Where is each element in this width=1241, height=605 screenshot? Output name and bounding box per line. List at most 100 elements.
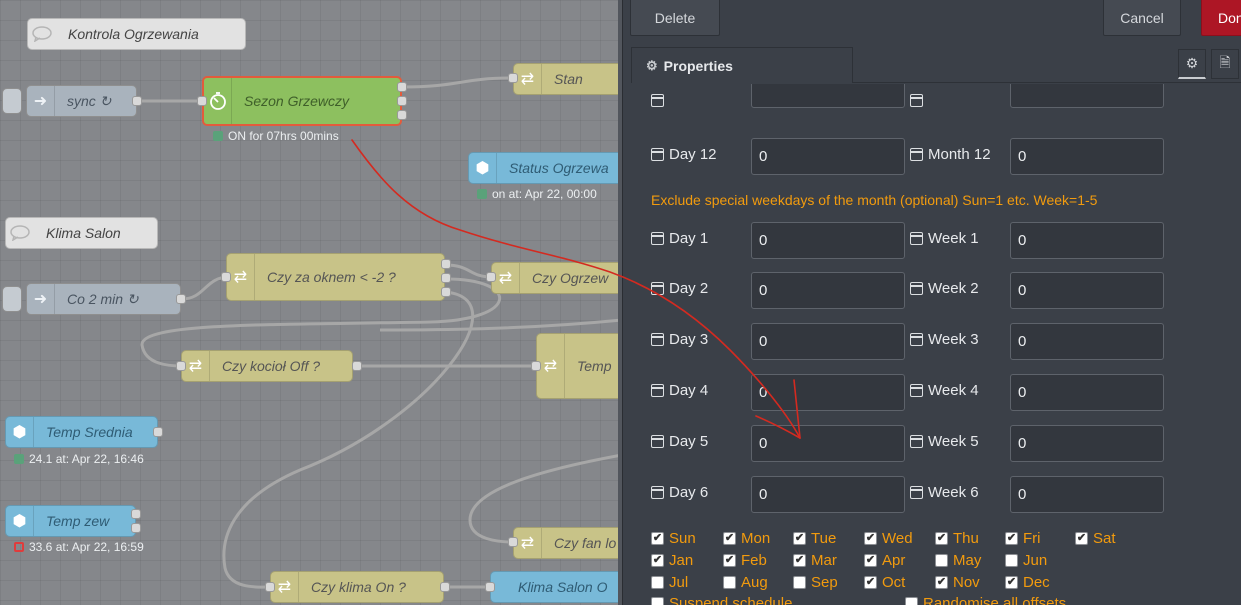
done-button[interactable]: Done [1201, 0, 1241, 36]
output-port[interactable] [352, 361, 362, 371]
scrolled-month-input[interactable] [1010, 84, 1164, 108]
week2-input[interactable]: 0 [1010, 272, 1164, 309]
cancel-button[interactable]: Cancel [1103, 0, 1181, 36]
checkbox-box[interactable]: ✔ [793, 532, 806, 545]
week5-input[interactable]: 0 [1010, 425, 1164, 462]
output-port[interactable] [153, 427, 163, 437]
checkbox-box[interactable] [905, 597, 918, 605]
week3-input[interactable]: 0 [1010, 323, 1164, 360]
switch-node-czy-klima-on[interactable]: ⇄ Czy klima On ? [270, 571, 444, 603]
inject-trigger-button[interactable] [2, 88, 22, 114]
input-port[interactable] [265, 582, 275, 592]
checkbox-sep[interactable]: Sep [793, 574, 838, 591]
inject-node-co-2-min[interactable]: ➜ Co 2 min ↻ [26, 283, 181, 315]
switch-node-czy-za-oknem[interactable]: ⇄ Czy za oknem < -2 ? [226, 253, 445, 301]
node-settings-tab[interactable]: ⚙ [1178, 49, 1206, 79]
comment-node-klima-salon[interactable]: Klima Salon [5, 217, 158, 249]
checkbox-box[interactable]: ✔ [864, 576, 877, 589]
input-port[interactable] [176, 361, 186, 371]
timer-node-sezon-grzewczy[interactable]: Sezon Grzewczy [202, 76, 402, 126]
checkbox-box[interactable]: ✔ [935, 576, 948, 589]
switch-node-czy-ogrzew[interactable]: ⇄ Czy Ogrzew [491, 262, 622, 294]
checkbox-box[interactable]: ✔ [793, 554, 806, 567]
day6-input[interactable]: 0 [751, 476, 905, 513]
scrolled-day-input[interactable] [751, 84, 905, 108]
checkbox-box[interactable]: ✔ [935, 532, 948, 545]
checkbox-box[interactable] [723, 576, 736, 589]
checkbox-box[interactable]: ✔ [864, 554, 877, 567]
checkbox-jan[interactable]: ✔ Jan [651, 552, 693, 569]
checkbox-mar[interactable]: ✔ Mar [793, 552, 837, 569]
checkbox-apr[interactable]: ✔ Apr [864, 552, 905, 569]
description-tab[interactable]: 🗎 [1211, 49, 1239, 79]
output-port[interactable] [176, 294, 186, 304]
checkbox-aug[interactable]: Aug [723, 574, 768, 591]
week6-input[interactable]: 0 [1010, 476, 1164, 513]
checkbox-box[interactable]: ✔ [1075, 532, 1088, 545]
checkbox-feb[interactable]: ✔ Feb [723, 552, 767, 569]
input-port[interactable] [508, 537, 518, 547]
checkbox-fri[interactable]: ✔ Fri [1005, 530, 1041, 547]
checkbox-box[interactable]: ✔ [1005, 532, 1018, 545]
checkbox-may[interactable]: May [935, 552, 981, 569]
checkbox-box[interactable] [1005, 554, 1018, 567]
checkbox-wed[interactable]: ✔ Wed [864, 530, 913, 547]
checkbox-nov[interactable]: ✔ Nov [935, 574, 980, 591]
checkbox-thu[interactable]: ✔ Thu [935, 530, 979, 547]
input-port[interactable] [197, 96, 207, 106]
checkbox-box[interactable]: ✔ [723, 554, 736, 567]
checkbox-box[interactable]: ✔ [651, 532, 664, 545]
status-node-klima-salon[interactable]: Klima Salon O [490, 571, 622, 603]
output-port[interactable] [131, 523, 141, 533]
output-port[interactable] [440, 582, 450, 592]
input-port[interactable] [221, 272, 231, 282]
output-port[interactable] [441, 259, 451, 269]
checkbox-box[interactable]: ✔ [651, 554, 664, 567]
output-port[interactable] [132, 96, 142, 106]
tab-properties[interactable]: ⚙ Properties [631, 47, 853, 83]
checkbox-box[interactable] [793, 576, 806, 589]
day3-input[interactable]: 0 [751, 323, 905, 360]
week4-input[interactable]: 0 [1010, 374, 1164, 411]
week1-input[interactable]: 0 [1010, 222, 1164, 259]
checkbox-suspend-schedule[interactable]: Suspend schedule [651, 595, 792, 605]
output-port[interactable] [131, 509, 141, 519]
switch-node-temp[interactable]: ⇄ Temp [536, 333, 622, 399]
day1-input[interactable]: 0 [751, 222, 905, 259]
checkbox-mon[interactable]: ✔ Mon [723, 530, 770, 547]
checkbox-box[interactable] [651, 576, 664, 589]
switch-node-czy-fan[interactable]: ⇄ Czy fan lo [513, 527, 622, 559]
delete-button[interactable]: Delete [630, 0, 720, 36]
comment-node-kontrola-ogrzewania[interactable]: Kontrola Ogrzewania [27, 18, 246, 50]
checkbox-jul[interactable]: Jul [651, 574, 688, 591]
output-port[interactable] [397, 82, 407, 92]
inject-node-sync[interactable]: ➜ sync ↻ [26, 85, 137, 117]
inject-trigger-button[interactable] [2, 286, 22, 312]
checkbox-dec[interactable]: ✔ Dec [1005, 574, 1050, 591]
day12-input[interactable]: 0 [751, 138, 905, 175]
status-node-ogrzewa[interactable]: ⬢ Status Ogrzewa [468, 152, 622, 184]
month12-input[interactable]: 0 [1010, 138, 1164, 175]
checkbox-box[interactable]: ✔ [723, 532, 736, 545]
checkbox-tue[interactable]: ✔ Tue [793, 530, 836, 547]
input-port[interactable] [531, 361, 541, 371]
checkbox-box[interactable]: ✔ [864, 532, 877, 545]
switch-node-stan[interactable]: ⇄ Stan [513, 63, 622, 95]
status-node-temp-zew[interactable]: ⬢ Temp zew [5, 505, 136, 537]
output-port[interactable] [397, 96, 407, 106]
input-port[interactable] [508, 73, 518, 83]
checkbox-box[interactable] [651, 597, 664, 605]
checkbox-sat[interactable]: ✔ Sat [1075, 530, 1116, 547]
day5-input[interactable]: 0 [751, 425, 905, 462]
checkbox-sun[interactable]: ✔ Sun [651, 530, 696, 547]
input-port[interactable] [486, 272, 496, 282]
day4-input[interactable]: 0 [751, 374, 905, 411]
input-port[interactable] [485, 582, 495, 592]
day2-input[interactable]: 0 [751, 272, 905, 309]
switch-node-czy-kociol-off[interactable]: ⇄ Czy kocioł Off ? [181, 350, 353, 382]
status-node-temp-srednia[interactable]: ⬢ Temp Srednia [5, 416, 158, 448]
flow-canvas[interactable]: Kontrola Ogrzewania ➜ sync ↻ Sezon Grzew… [0, 0, 622, 605]
output-port[interactable] [397, 110, 407, 120]
checkbox-oct[interactable]: ✔ Oct [864, 574, 905, 591]
checkbox-jun[interactable]: Jun [1005, 552, 1047, 569]
